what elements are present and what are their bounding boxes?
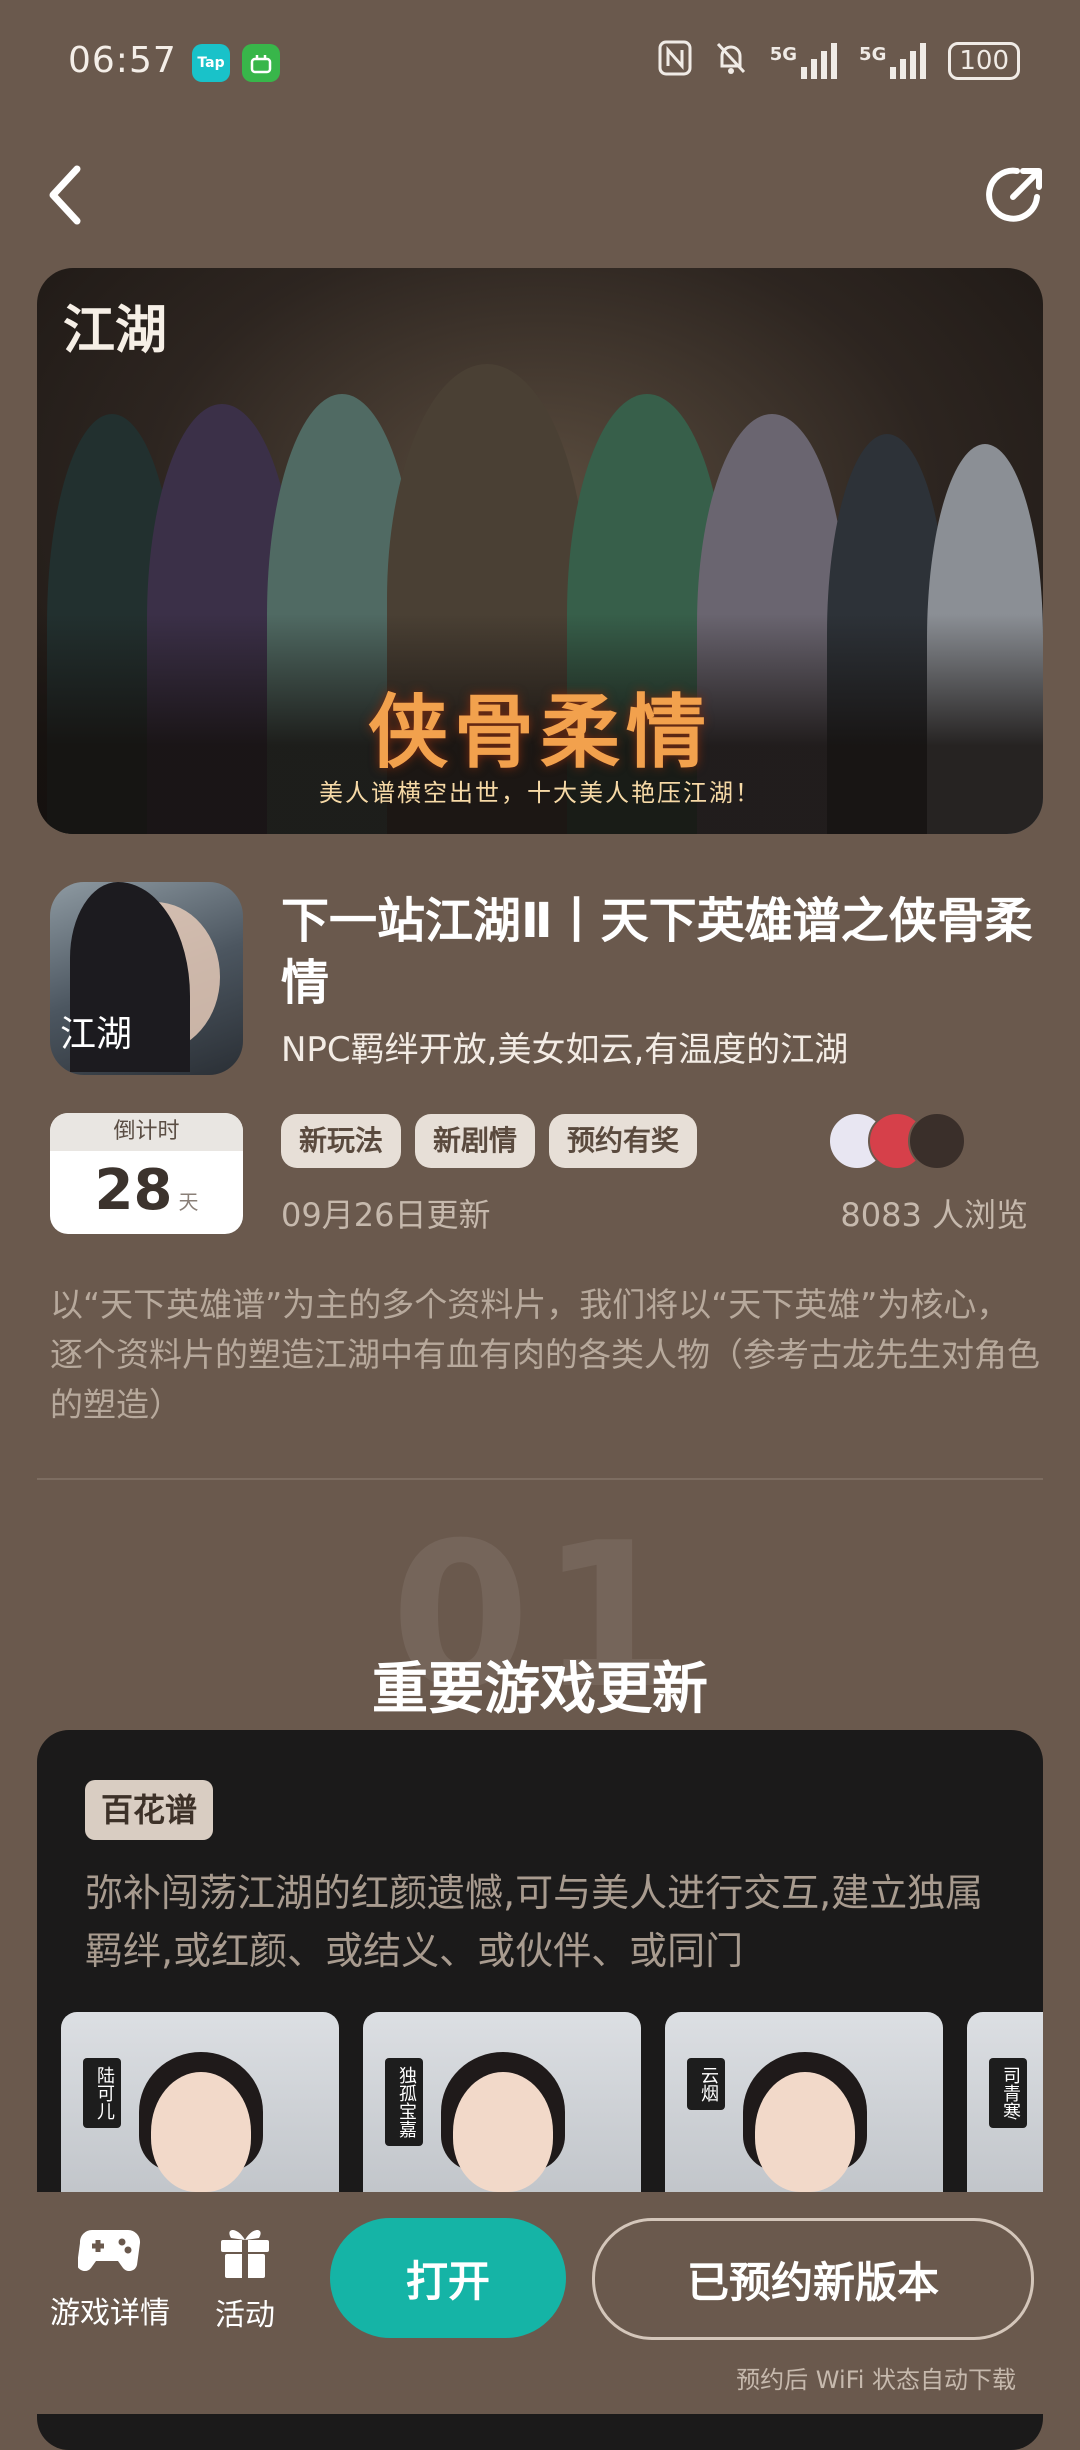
banner-logo: 江湖 <box>63 300 168 361</box>
back-button[interactable] <box>30 160 100 230</box>
game-title: 下一站江湖Ⅱ丨天下英雄谱之侠骨柔情 <box>281 893 1033 1011</box>
character-name: 独孤宝嘉 <box>385 2058 423 2146</box>
bottom-action-bar: 游戏详情 活动 打开 已预约新版本 预约后 WiFi 状态自动下载 <box>0 2192 1080 2414</box>
avatar <box>908 1112 966 1170</box>
mute-bell-icon <box>714 40 748 82</box>
countdown-badge: 倒计时 28 天 <box>50 1113 243 1234</box>
feature-description: 弥补闯荡江湖的红颜遗憾,可与美人进行交互,建立独属羁绊,或红颜、或结义、或伙伴、… <box>85 1871 984 1973</box>
reserved-new-version-button[interactable]: 已预约新版本 <box>592 2218 1034 2340</box>
banner-subtitle: 美人谱横空出世，十大美人艳压江湖！ <box>319 779 761 807</box>
signal-5g-icon: 5G <box>770 43 838 79</box>
gamepad-icon <box>78 2229 141 2271</box>
game-slogan: NPC羁绊开放,美女如云,有温度的江湖 <box>281 1030 849 1070</box>
character-name: 司青寒 <box>989 2058 1027 2128</box>
reserve-note: 预约后 WiFi 状态自动下载 <box>736 2366 1016 2394</box>
update-date: 09月26日更新 <box>281 1196 491 1234</box>
share-button[interactable] <box>980 160 1050 230</box>
character-name: 陆可儿 <box>83 2058 121 2128</box>
feature-badge: 百花谱 <box>85 1780 214 1840</box>
status-time: 06:57 <box>68 40 177 81</box>
section-title: 重要游戏更新 <box>372 1657 708 1722</box>
tag-reserve-reward: 预约有奖 <box>549 1114 698 1168</box>
tab-activity-label: 活动 <box>215 2298 275 2333</box>
status-indicators: 5G 5G 100 <box>658 40 1020 82</box>
tab-activity[interactable]: 活动 <box>200 2222 290 2334</box>
gift-icon <box>221 2230 269 2278</box>
taptap-app-icon: Tap <box>192 44 230 82</box>
character-name: 云烟 <box>687 2058 725 2110</box>
countdown-unit: 天 <box>178 1190 199 1214</box>
countdown-label: 倒计时 <box>50 1113 243 1151</box>
banner-title: 侠骨柔情 <box>368 685 712 779</box>
battery-indicator: 100 <box>948 42 1020 80</box>
status-bar: 06:57 Tap 5G 5G 100 <box>0 0 1080 130</box>
hero-banner[interactable]: 江湖 侠骨柔情 美人谱横空出世，十大美人艳压江湖！ <box>37 268 1043 834</box>
mini-app-icon <box>242 44 280 82</box>
share-icon <box>986 167 1042 222</box>
view-count: 8083 人浏览 <box>840 1196 1028 1234</box>
open-button[interactable]: 打开 <box>330 2218 566 2338</box>
chevron-left-icon <box>49 165 81 225</box>
tag-list: 新玩法 新剧情 预约有奖 <box>281 1114 698 1168</box>
countdown-value: 28 <box>94 1158 173 1223</box>
nfc-icon <box>658 40 692 82</box>
viewer-avatars <box>828 1112 968 1170</box>
tab-game-details[interactable]: 游戏详情 <box>48 2222 172 2332</box>
tab-game-details-label: 游戏详情 <box>50 2296 170 2331</box>
game-icon[interactable]: 江湖 <box>50 882 243 1075</box>
divider <box>37 1478 1043 1480</box>
update-description: 以“天下英雄谱”为主的多个资料片，我们将以“天下英雄”为核心，逐个资料片的塑造江… <box>50 1285 1040 1424</box>
tag-new-gameplay: 新玩法 <box>281 1114 402 1168</box>
tag-new-story: 新剧情 <box>415 1114 536 1168</box>
signal-5g-icon-2: 5G <box>859 43 927 79</box>
game-icon-logo: 江湖 <box>60 1014 133 1055</box>
